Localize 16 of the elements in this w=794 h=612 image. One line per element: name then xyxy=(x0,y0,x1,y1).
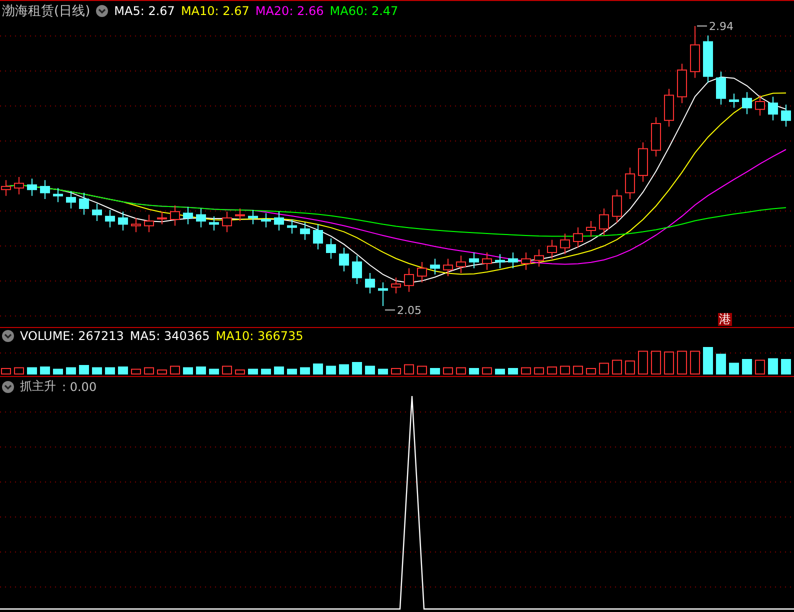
high-price-label: 2.94 xyxy=(709,20,734,33)
volume-value: VOLUME: 267213 xyxy=(20,329,124,343)
market-badge: 港 xyxy=(718,313,732,326)
indicator-name: 抓主升 xyxy=(20,378,56,395)
ma-value: MA20: 2.66 xyxy=(255,4,324,18)
dropdown-icon[interactable] xyxy=(96,5,108,17)
stock-title: 渤海租赁(日线) xyxy=(2,3,90,20)
dropdown-icon[interactable] xyxy=(2,380,14,392)
ma-value: MA60: 2.47 xyxy=(330,4,398,18)
indicator-value: : 0.00 xyxy=(62,380,97,394)
volume-value: MA5: 340365 xyxy=(130,329,210,343)
ma-value: MA5: 2.67 xyxy=(114,4,175,18)
ma-value: MA10: 2.67 xyxy=(180,4,250,18)
volume-value: MA10: 366735 xyxy=(216,329,304,343)
dropdown-icon[interactable] xyxy=(2,330,14,342)
low-price-label: 2.05 xyxy=(397,304,422,317)
